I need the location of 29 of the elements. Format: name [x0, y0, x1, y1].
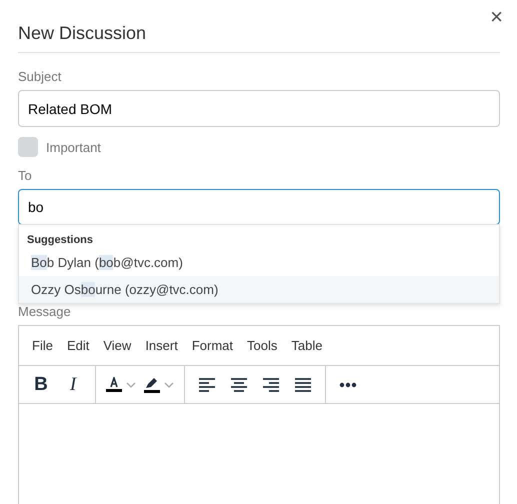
menu-item[interactable]: Tools: [240, 336, 284, 355]
subject-field[interactable]: Related BOM: [18, 90, 500, 127]
menu-item[interactable]: View: [96, 336, 138, 355]
recipient-field[interactable]: bo: [18, 189, 500, 225]
text-color-icon: [106, 377, 122, 392]
bold-button[interactable]: B: [25, 370, 57, 400]
dialog-title: New Discussion: [18, 22, 500, 53]
menu-item[interactable]: Edit: [60, 336, 96, 355]
justify-icon: [294, 378, 312, 392]
checkbox[interactable]: [18, 137, 38, 157]
align-left-icon: [198, 378, 216, 392]
suggestion-item[interactable]: Ozzy Osbourne (ozzy@tvc.com): [19, 276, 499, 303]
caret-icon: [164, 382, 174, 388]
field-label: Message: [18, 304, 72, 319]
align-right-icon: [262, 378, 280, 392]
align-center-icon: [230, 378, 248, 392]
field-label: To: [18, 168, 33, 183]
dropdown-heading: Suggestions: [26, 233, 94, 248]
italic-button[interactable]: I: [57, 370, 89, 400]
menu-item[interactable]: Insert: [138, 336, 185, 355]
menu-item[interactable]: File: [25, 336, 60, 355]
highlighter-icon: [144, 376, 160, 392]
menu-item[interactable]: Table: [284, 336, 330, 355]
menu-item[interactable]: Format: [184, 336, 240, 355]
field-label: Subject: [18, 69, 62, 84]
suggestion-item[interactable]: Bob Dylan (bob@tvc.com): [19, 249, 499, 276]
checkbox-label: Important: [46, 140, 101, 154]
more-icon: [339, 382, 357, 388]
caret-icon: [126, 382, 136, 388]
